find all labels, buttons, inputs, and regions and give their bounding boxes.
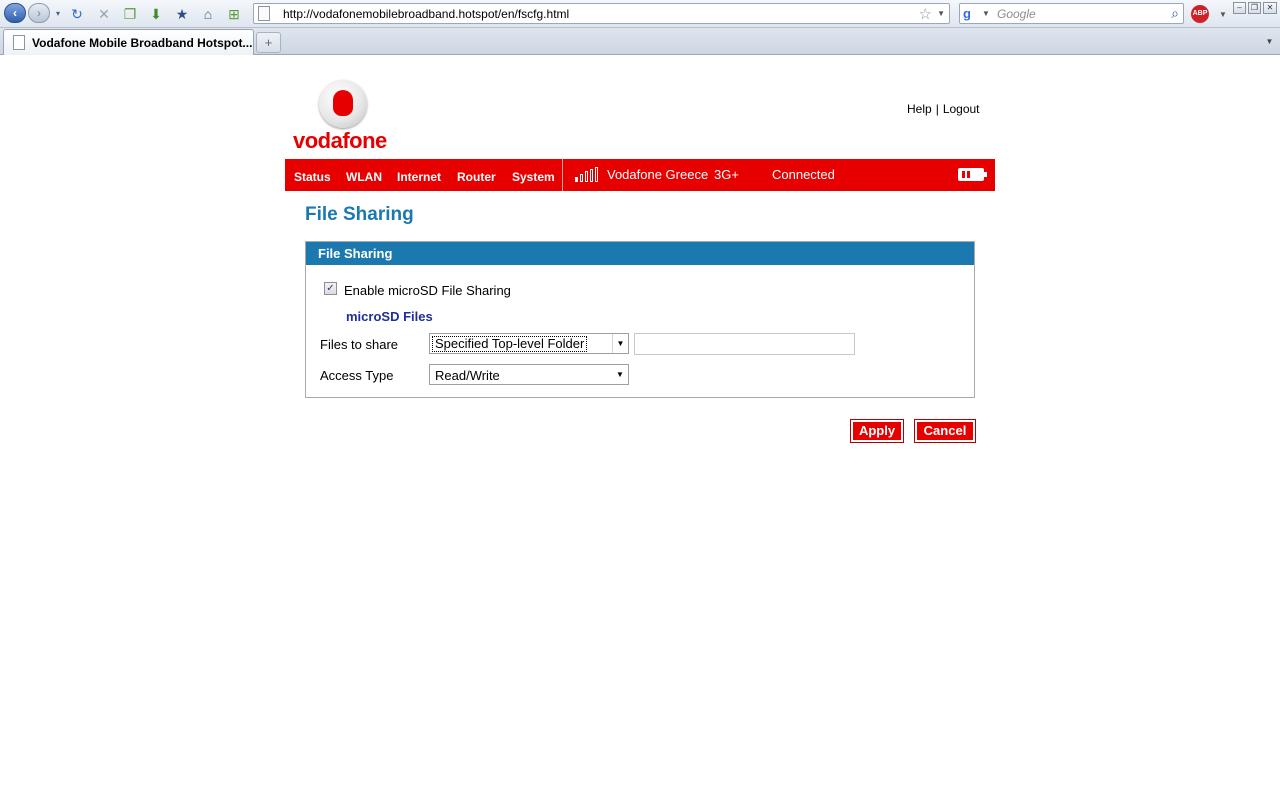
access-type-select[interactable]: Read/Write ▼ xyxy=(429,364,629,385)
nav-divider xyxy=(562,159,563,191)
section-heading: microSD Files xyxy=(346,309,433,324)
link-separator: | xyxy=(935,102,939,116)
logout-link[interactable]: Logout xyxy=(943,102,980,116)
battery-icon xyxy=(958,168,987,181)
nav-wlan[interactable]: WLAN xyxy=(346,170,382,184)
new-tab-button[interactable]: + xyxy=(256,32,281,53)
nav-system[interactable]: System xyxy=(512,170,555,184)
cancel-button[interactable]: Cancel xyxy=(914,419,976,443)
tab-list-dropdown-icon[interactable]: ▼ xyxy=(1262,33,1277,51)
google-icon[interactable]: g xyxy=(963,6,979,21)
enable-sharing-checkbox[interactable]: ✓ xyxy=(324,282,337,295)
vodafone-logo[interactable]: vodafone xyxy=(293,80,403,154)
network-name: Vodafone Greece xyxy=(607,167,709,182)
search-icon[interactable]: ⌕ xyxy=(1171,5,1179,22)
addon-icon[interactable]: ⊞ xyxy=(225,5,243,23)
search-input[interactable]: Google xyxy=(997,7,1036,21)
nav-internet[interactable]: Internet xyxy=(397,170,441,184)
help-link[interactable]: Help xyxy=(907,102,932,116)
main-nav: Status WLAN Internet Router System Vodaf… xyxy=(285,159,995,191)
files-to-share-select[interactable]: Specified Top-level Folder ▼ xyxy=(429,333,629,354)
close-window-button[interactable]: ✕ xyxy=(1263,2,1277,14)
url-text[interactable]: http://vodafonemobilebroadband.hotspot/e… xyxy=(283,7,569,21)
chevron-down-icon[interactable]: ▼ xyxy=(612,365,628,384)
folder-name-input[interactable] xyxy=(634,333,855,355)
new-folder-icon[interactable]: ❐ xyxy=(121,5,139,23)
home-icon[interactable]: ⌂ xyxy=(199,5,217,23)
back-button[interactable]: ‹ xyxy=(4,3,26,23)
bookmark-star-icon[interactable]: ☆ xyxy=(919,5,932,23)
apply-button[interactable]: Apply xyxy=(850,419,904,443)
download-icon[interactable]: ⬇ xyxy=(147,5,165,23)
panel-header: File Sharing xyxy=(306,242,974,265)
header-links: Help | Logout xyxy=(907,102,980,116)
vodafone-speechmark-icon xyxy=(319,80,367,128)
reload-icon[interactable]: ↻ xyxy=(68,5,86,23)
document-icon xyxy=(13,35,25,50)
adblock-icon[interactable]: ABP xyxy=(1191,5,1209,23)
files-to-share-label: Files to share xyxy=(320,337,399,352)
network-type: 3G+ xyxy=(714,167,739,182)
stop-icon[interactable]: ✕ xyxy=(95,5,113,23)
page-content: vodafone Help | Logout Status WLAN Interne… xyxy=(0,56,1280,800)
adblock-dropdown-icon[interactable]: ▼ xyxy=(1219,10,1227,19)
forward-button[interactable]: › xyxy=(28,3,50,23)
address-bar[interactable]: http://vodafonemobilebroadband.hotspot/e… xyxy=(253,3,950,24)
access-type-label: Access Type xyxy=(320,368,394,383)
url-dropdown-icon[interactable]: ▼ xyxy=(937,9,945,18)
nav-status[interactable]: Status xyxy=(294,170,331,184)
history-dropdown-icon[interactable]: ▾ xyxy=(49,5,67,23)
enable-sharing-label[interactable]: Enable microSD File Sharing xyxy=(344,283,511,298)
connection-status: Connected xyxy=(772,167,835,182)
tab-active[interactable]: Vodafone Mobile Broadband Hotspot... xyxy=(3,29,254,55)
tab-title[interactable]: Vodafone Mobile Broadband Hotspot... xyxy=(32,36,252,50)
panel-title: File Sharing xyxy=(318,246,393,261)
bookmark-icon[interactable]: ★ xyxy=(173,5,191,23)
search-bar[interactable]: g ▼ Google ⌕ xyxy=(959,3,1184,24)
file-sharing-panel: File Sharing ✓ Enable microSD File Shari… xyxy=(305,241,975,398)
tab-bar: Vodafone Mobile Broadband Hotspot... + ▼ xyxy=(0,28,1280,55)
browser-toolbar: ‹ › ▾ ↻ ✕ ❐ ⬇ ★ ⌂ ⊞ http://vodafonemobil… xyxy=(0,0,1280,28)
page-title: File Sharing xyxy=(305,204,414,225)
files-to-share-value[interactable]: Specified Top-level Folder xyxy=(432,336,588,352)
nav-router[interactable]: Router xyxy=(457,170,496,184)
chevron-down-icon[interactable]: ▼ xyxy=(612,334,628,353)
logo-text: vodafone xyxy=(293,128,387,153)
page-icon xyxy=(258,6,270,21)
signal-strength-icon xyxy=(575,166,599,182)
access-type-value[interactable]: Read/Write xyxy=(435,368,500,383)
minimize-button[interactable]: – xyxy=(1233,2,1246,14)
search-engine-dropdown-icon[interactable]: ▼ xyxy=(982,9,990,18)
restore-button[interactable]: ❐ xyxy=(1248,2,1261,14)
